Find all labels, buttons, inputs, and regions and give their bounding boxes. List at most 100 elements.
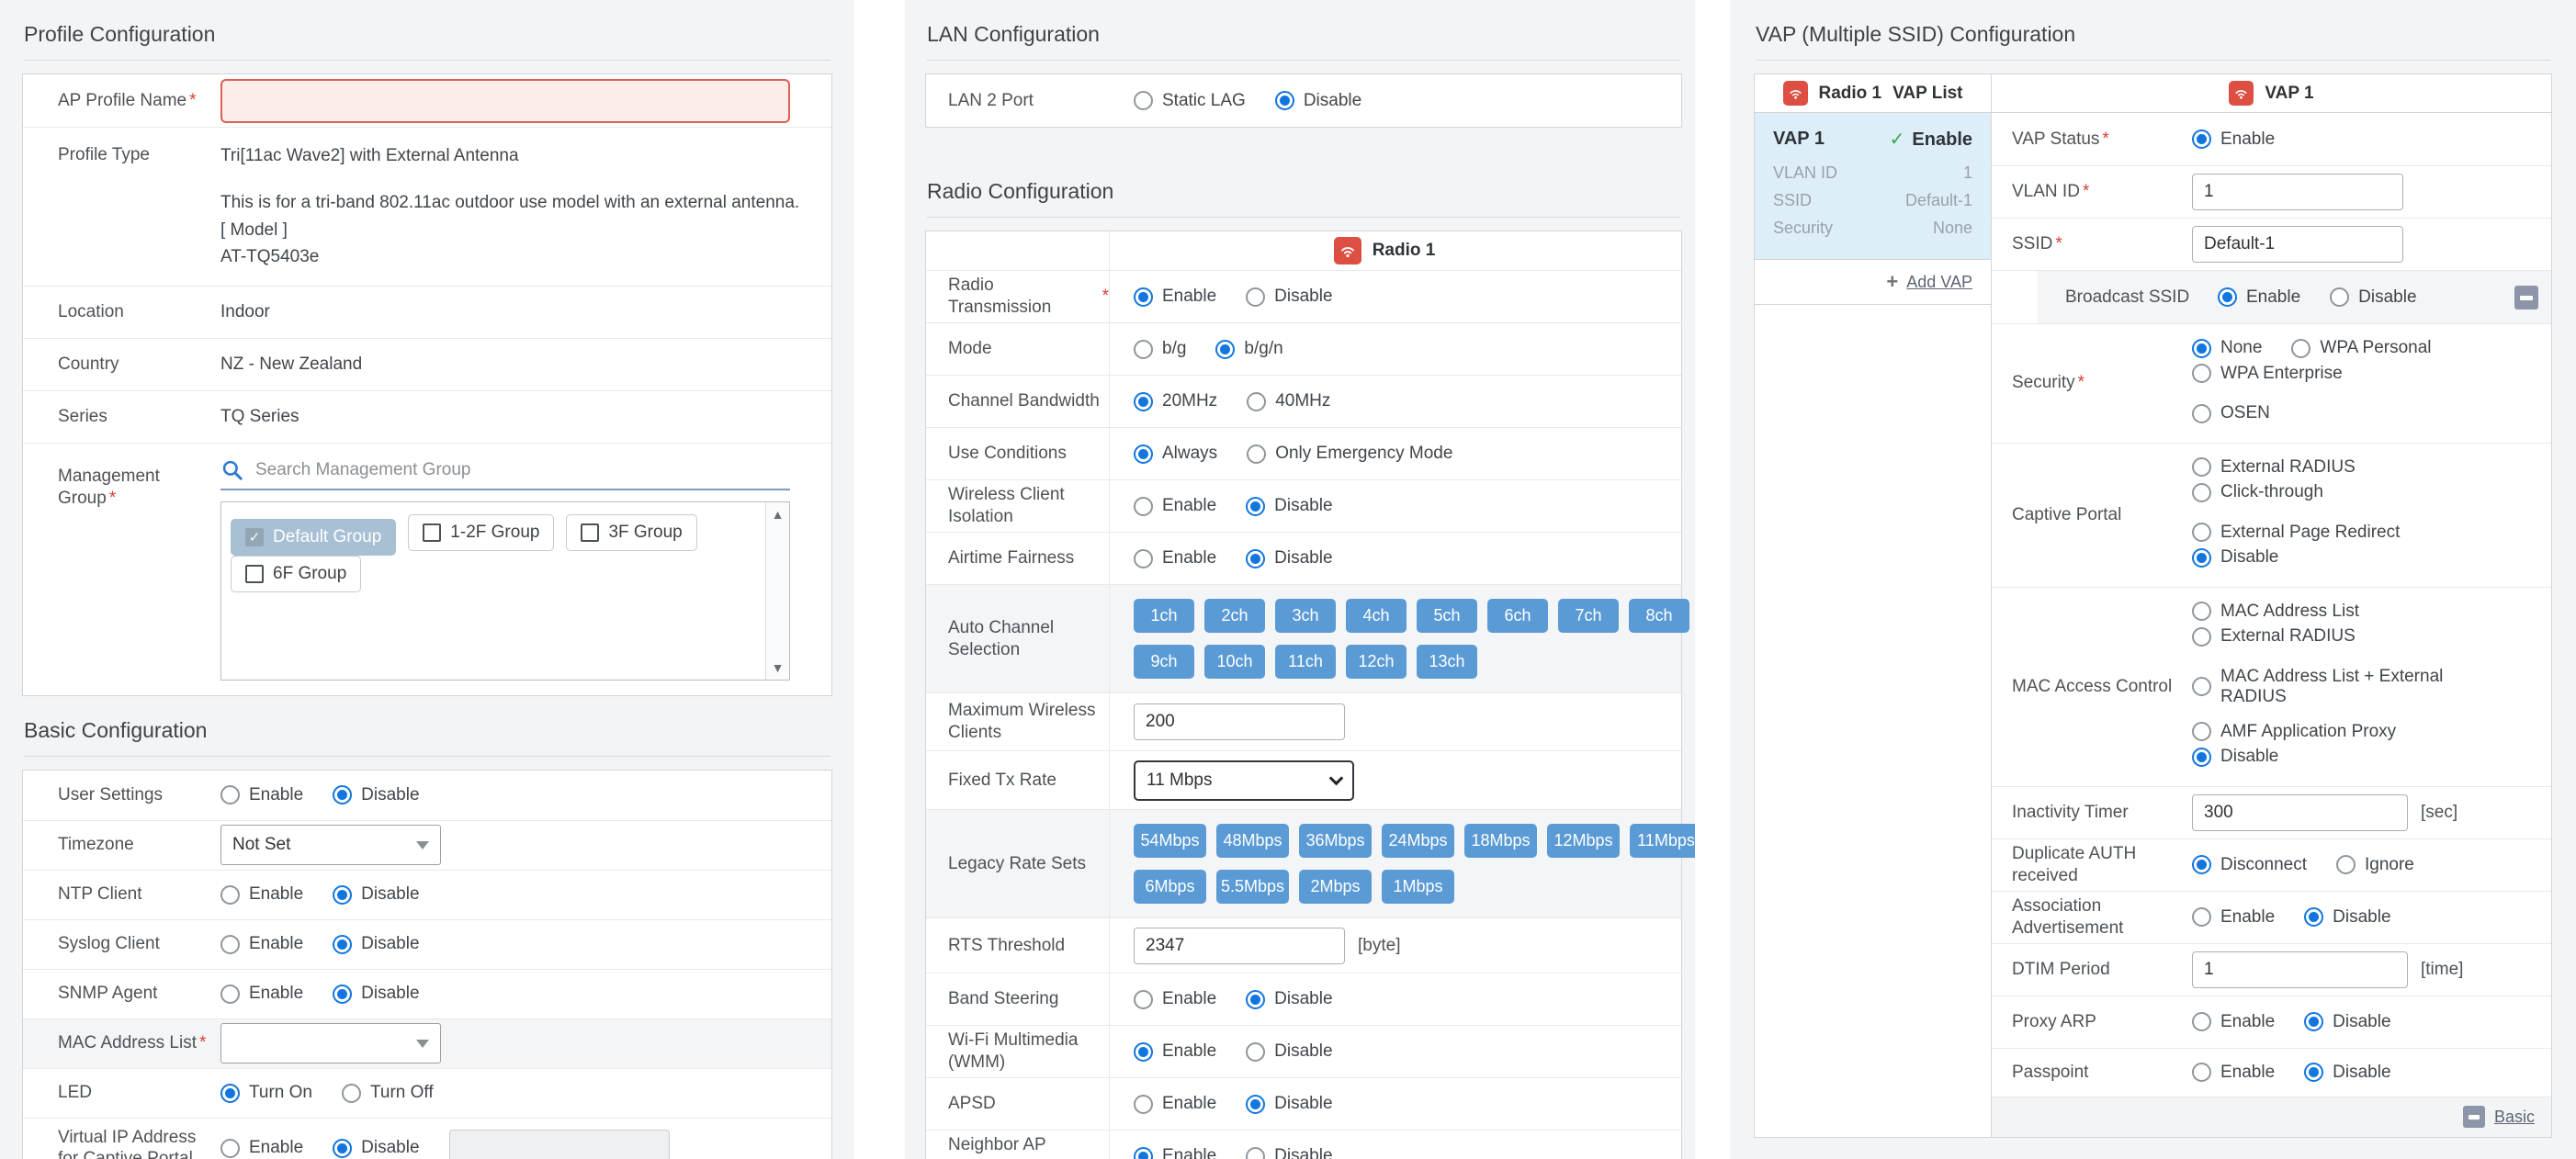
radio-circle-icon[interactable] — [333, 1139, 352, 1158]
basic-toggle-link[interactable]: Basic — [2494, 1108, 2535, 1127]
radio-circle-icon[interactable] — [1134, 1147, 1153, 1159]
radio-circle-icon[interactable] — [220, 1084, 240, 1103]
8ch-button[interactable]: 8ch — [1629, 599, 1689, 633]
disable-radio[interactable]: Disable — [2192, 547, 2278, 568]
40mhz-radio[interactable]: 40MHz — [1247, 391, 1330, 411]
disable-radio[interactable]: Disable — [1246, 1146, 1332, 1159]
wpa-personal-radio[interactable]: WPA Personal — [2291, 338, 2431, 358]
management-group-search-input[interactable] — [255, 460, 790, 480]
radio-circle-icon[interactable] — [2192, 1063, 2211, 1082]
radio-circle-icon[interactable] — [2192, 748, 2211, 767]
scroll-down-icon[interactable]: ▼ — [772, 660, 785, 675]
radio-circle-icon[interactable] — [1247, 444, 1266, 464]
always-radio[interactable]: Always — [1134, 444, 1217, 464]
enable-radio[interactable]: Enable — [1134, 989, 1216, 1009]
radio-circle-icon[interactable] — [1134, 549, 1153, 568]
collapse-minus-icon[interactable] — [2514, 286, 2538, 309]
radio-circle-icon[interactable] — [333, 885, 352, 905]
checkbox-icon[interactable] — [581, 523, 599, 542]
radio-circle-icon[interactable] — [1246, 1147, 1265, 1159]
10ch-button[interactable]: 10ch — [1204, 645, 1265, 679]
radio-circle-icon[interactable] — [1134, 990, 1153, 1009]
disable-radio[interactable]: Disable — [333, 884, 419, 905]
radio-circle-icon[interactable] — [1134, 1095, 1153, 1114]
radio-circle-icon[interactable] — [2291, 339, 2310, 358]
static-lag-radio[interactable]: Static LAG — [1134, 91, 1246, 111]
1-2f-group-chip[interactable]: 1-2F Group — [408, 514, 554, 551]
radio-circle-icon[interactable] — [1134, 497, 1153, 516]
radio-circle-icon[interactable] — [342, 1084, 361, 1103]
disable-radio[interactable]: Disable — [1246, 496, 1332, 516]
disable-radio[interactable]: Disable — [1275, 91, 1361, 111]
enable-radio[interactable]: Enable — [2192, 1012, 2275, 1032]
disable-radio[interactable]: Disable — [1246, 548, 1332, 568]
radio-circle-icon[interactable] — [220, 1139, 240, 1158]
radio-circle-icon[interactable] — [2192, 364, 2211, 383]
inactivity-timer-input[interactable] — [2192, 794, 2408, 831]
radio-circle-icon[interactable] — [220, 785, 240, 805]
12ch-button[interactable]: 12ch — [1346, 645, 1407, 679]
enable-radio[interactable]: Enable — [220, 934, 303, 954]
1mbps-button[interactable]: 1Mbps — [1382, 870, 1454, 904]
mac-address-list-radio[interactable]: MAC Address List — [2192, 602, 2359, 622]
24mbps-button[interactable]: 24Mbps — [1382, 824, 1454, 858]
radio-circle-icon[interactable] — [220, 985, 240, 1004]
radio-circle-icon[interactable] — [1247, 392, 1266, 411]
radio-circle-icon[interactable] — [1246, 1042, 1265, 1062]
6ch-button[interactable]: 6ch — [1487, 599, 1548, 633]
3f-group-chip[interactable]: 3F Group — [566, 514, 696, 551]
none-radio[interactable]: None — [2192, 338, 2262, 358]
radio-circle-icon[interactable] — [2192, 627, 2211, 647]
11mbps-button[interactable]: 11Mbps — [1630, 824, 1702, 858]
radio-circle-icon[interactable] — [1246, 990, 1265, 1009]
radio-circle-icon[interactable] — [2304, 907, 2323, 927]
ignore-radio[interactable]: Ignore — [2336, 855, 2414, 875]
radio-circle-icon[interactable] — [1246, 287, 1265, 307]
ap-profile-name-input[interactable] — [220, 79, 790, 123]
b-g-n-radio[interactable]: b/g/n — [1215, 339, 1282, 359]
radio-circle-icon[interactable] — [2192, 548, 2211, 568]
enable-radio[interactable]: Enable — [2192, 129, 2275, 150]
radio-circle-icon[interactable] — [220, 935, 240, 954]
radio-circle-icon[interactable] — [2192, 523, 2211, 542]
radio-circle-icon[interactable] — [333, 985, 352, 1004]
radio-circle-icon[interactable] — [2336, 855, 2356, 874]
only-emergency-mode-radio[interactable]: Only Emergency Mode — [1247, 444, 1452, 464]
radio-circle-icon[interactable] — [2192, 1012, 2211, 1031]
enable-radio[interactable]: Enable — [220, 785, 303, 805]
disable-radio[interactable]: Disable — [333, 1138, 419, 1158]
radio-circle-icon[interactable] — [2192, 907, 2211, 927]
12mbps-button[interactable]: 12Mbps — [1547, 824, 1620, 858]
7ch-button[interactable]: 7ch — [1558, 599, 1619, 633]
radio-circle-icon[interactable] — [2192, 722, 2211, 741]
fixed-tx-rate-select[interactable]: 11 Mbps — [1134, 760, 1354, 801]
radio-circle-icon[interactable] — [2304, 1012, 2323, 1031]
4ch-button[interactable]: 4ch — [1346, 599, 1407, 633]
54mbps-button[interactable]: 54Mbps — [1134, 824, 1206, 858]
disconnect-radio[interactable]: Disconnect — [2192, 855, 2307, 875]
disable-radio[interactable]: Disable — [2304, 1012, 2390, 1032]
default-group-chip[interactable]: Default Group — [231, 519, 396, 556]
radio-circle-icon[interactable] — [1246, 549, 1265, 568]
radio-circle-icon[interactable] — [2192, 129, 2211, 149]
radio-circle-icon[interactable] — [2218, 287, 2237, 307]
2ch-button[interactable]: 2ch — [1204, 599, 1265, 633]
disable-radio[interactable]: Disable — [1246, 287, 1332, 307]
5ch-button[interactable]: 5ch — [1417, 599, 1477, 633]
radio-circle-icon[interactable] — [2192, 855, 2211, 874]
disable-radio[interactable]: Disable — [333, 984, 419, 1004]
radio-circle-icon[interactable] — [2304, 1063, 2323, 1082]
vap-list-item-selected[interactable]: VAP 1 ✓Enable VLAN ID1 SSIDDefault-1 Sec… — [1755, 113, 1991, 260]
radio-circle-icon[interactable] — [2330, 287, 2349, 307]
3ch-button[interactable]: 3ch — [1275, 599, 1336, 633]
timezone-select[interactable]: Not Set — [220, 825, 441, 865]
enable-radio[interactable]: Enable — [1134, 287, 1216, 307]
6mbps-button[interactable]: 6Mbps — [1134, 870, 1206, 904]
virtual-ip-input[interactable] — [449, 1130, 670, 1159]
turn-on-radio[interactable]: Turn On — [220, 1083, 312, 1103]
external-radius-radio[interactable]: External RADIUS — [2192, 457, 2356, 478]
rts-threshold-input[interactable] — [1134, 928, 1345, 964]
radio-circle-icon[interactable] — [1246, 497, 1265, 516]
radio-circle-icon[interactable] — [1275, 91, 1294, 110]
enable-radio[interactable]: Enable — [1134, 548, 1216, 568]
